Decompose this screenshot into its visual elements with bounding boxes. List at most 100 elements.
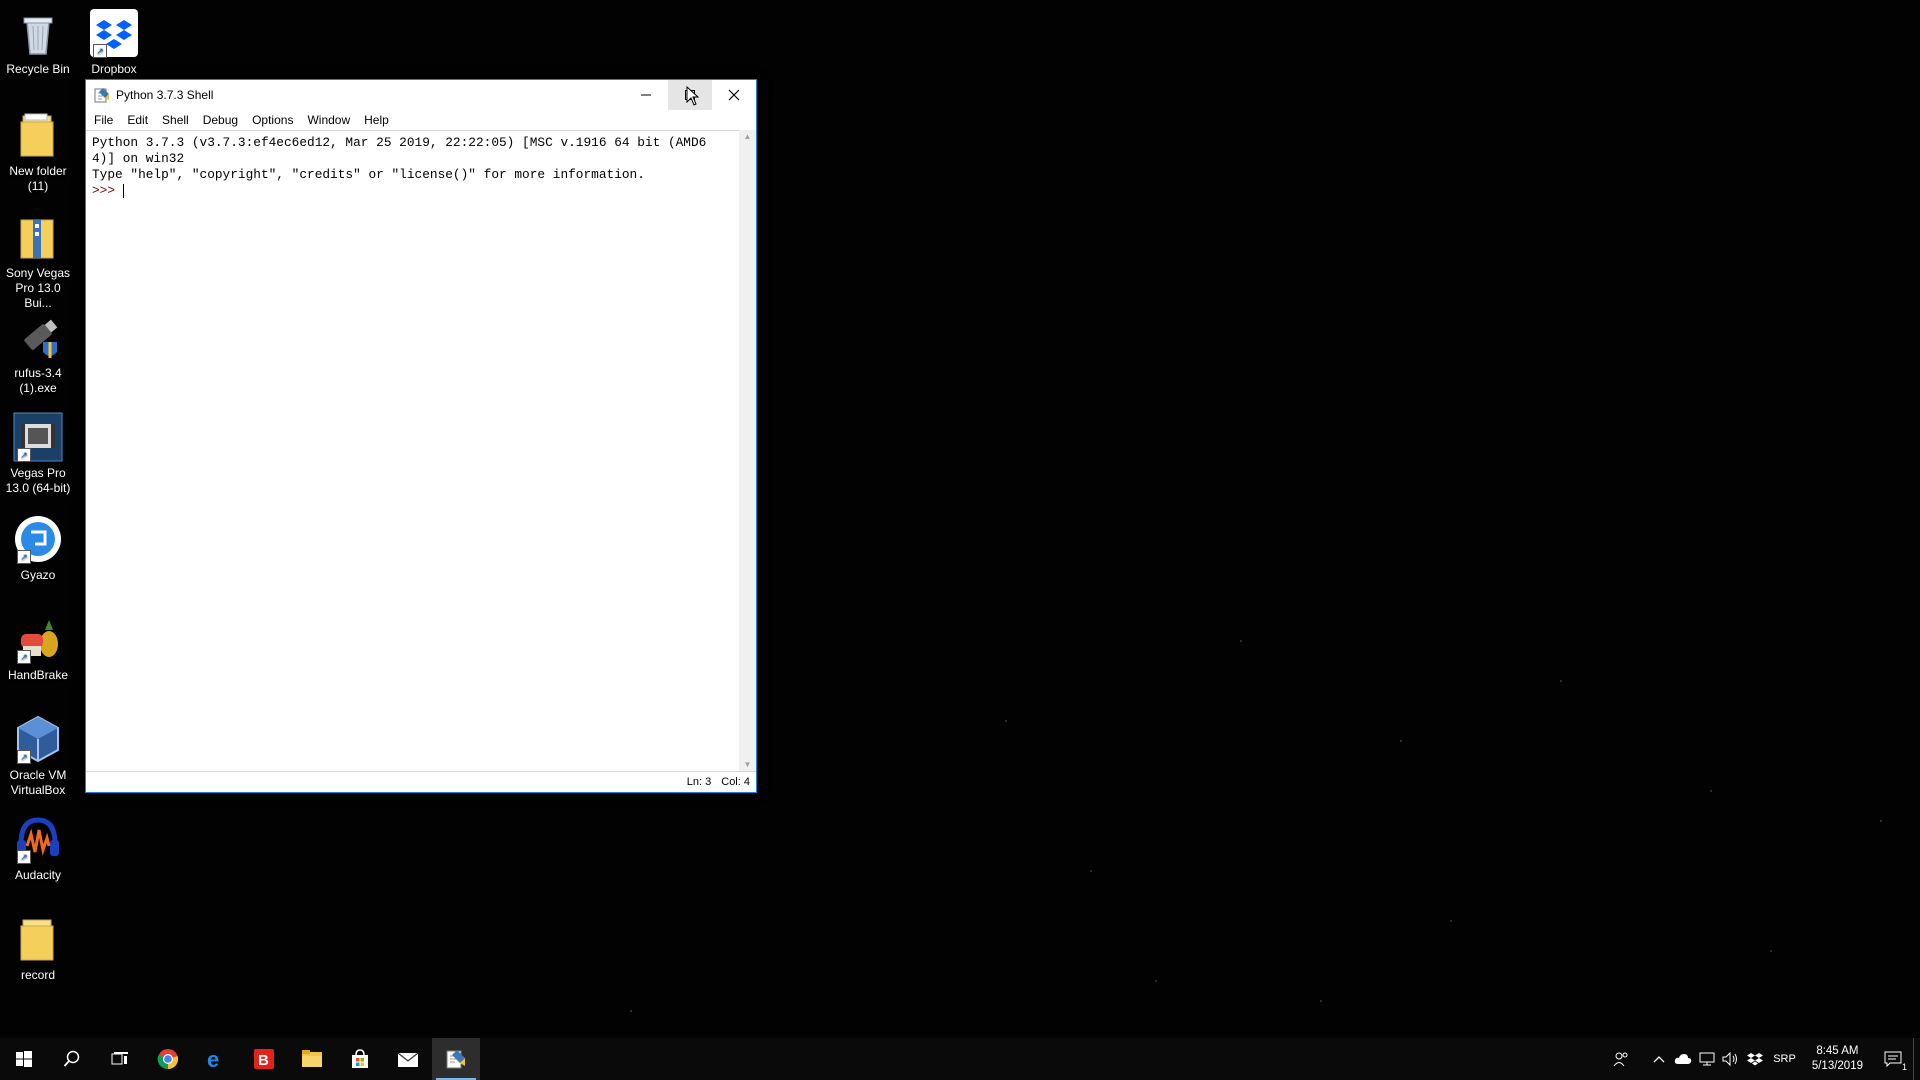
recycle-bin-icon [13,8,63,58]
search-button[interactable] [48,1038,96,1080]
desktop-icon-audacity[interactable]: ↗ Audacity [0,814,76,883]
desktop-icon-gyazo[interactable]: ↗ Gyazo [0,514,76,583]
vertical-scrollbar[interactable]: ▲ ▼ [739,130,756,772]
onedrive-button[interactable] [1671,1038,1695,1080]
scroll-down-arrow-icon[interactable]: ▼ [739,758,756,772]
scroll-up-arrow-icon[interactable]: ▲ [739,130,756,144]
title-bar[interactable]: Python 3.7.3 Shell [86,80,756,110]
virtualbox-icon: ↗ [13,714,63,764]
desktop-icon-label: HandBrake [7,668,69,682]
window-title: Python 3.7.3 Shell [116,88,214,102]
text-caret [122,183,124,198]
shortcut-arrow-icon: ↗ [17,550,31,564]
taskbar: e B SRP 8:45 AM 5/13/2019 1 [0,1038,1920,1080]
shell-banner-line: 4)] on win32 [92,151,185,166]
chrome-icon [157,1049,179,1070]
desktop-icon-label: New folder (11) [9,164,67,193]
speaker-icon [1722,1052,1738,1066]
svg-text:e: e [207,1048,219,1070]
menu-options[interactable]: Options [252,112,293,128]
taskbar-idle[interactable] [432,1038,480,1080]
desktop-icon-label: rufus-3.4 (1).exe [14,366,62,395]
desktop-icon-handbrake[interactable]: ↗ HandBrake [0,614,76,683]
start-button[interactable] [0,1038,48,1080]
desktop-icon-label: Recycle Bin [6,62,70,76]
network-button[interactable] [1695,1038,1719,1080]
desktop-icon-label: Vegas Pro 13.0 (64-bit) [5,466,71,495]
status-line: Ln: 3 [686,776,712,788]
idle-icon [446,1050,465,1069]
menu-help[interactable]: Help [364,112,389,128]
system-tray: SRP 8:45 AM 5/13/2019 1 [1609,1038,1920,1080]
desktop-icon-label: record [20,968,55,982]
input-language[interactable]: SRP [1767,1053,1802,1065]
shortcut-arrow-icon: ↗ [17,650,31,664]
task-view-button[interactable] [96,1038,144,1080]
show-hidden-icons-button[interactable] [1647,1038,1671,1080]
mouse-cursor-icon [686,86,700,106]
shortcut-arrow-icon: ↗ [17,448,31,462]
desktop-icon-virtualbox[interactable]: ↗ Oracle VM VirtualBox [0,714,76,798]
edge-icon: e [207,1048,219,1070]
desktop-icon-recycle-bin[interactable]: Recycle Bin [0,8,76,77]
task-view-icon [111,1052,128,1065]
taskbar-store[interactable] [336,1038,384,1080]
store-icon [352,1049,368,1068]
menu-debug[interactable]: Debug [203,112,238,128]
menu-window[interactable]: Window [307,112,350,128]
shell-prompt: >>> [92,183,123,198]
dropbox-icon [1747,1053,1764,1066]
bitdefender-icon: B [254,1049,274,1069]
menu-file[interactable]: File [94,112,113,128]
menu-edit[interactable]: Edit [127,112,148,128]
idle-app-icon [94,88,109,103]
taskbar-bitdefender[interactable]: B [240,1038,288,1080]
cloud-icon [1675,1054,1692,1064]
clock-date: 5/13/2019 [1811,1060,1863,1072]
windows-start-icon [16,1051,32,1067]
shell-banner-line: Type "help", "copyright", "credits" or "… [92,167,645,182]
volume-button[interactable] [1719,1038,1743,1080]
desktop: Recycle Bin ↗ Dropbox New folder (11) So… [0,0,1920,1038]
clock-time: 8:45 AM [1816,1045,1859,1057]
people-icon [1613,1052,1628,1067]
folder-icon [13,110,63,160]
people-button[interactable] [1609,1038,1633,1080]
chevron-up-icon [1653,1056,1665,1063]
usb-drive-icon [13,312,63,362]
search-icon [63,1050,80,1067]
desktop-icon-label: Audacity [14,868,62,882]
menu-bar: File Edit Shell Debug Options Window Hel… [86,110,756,130]
shortcut-arrow-icon: ↗ [93,44,107,58]
desktop-icon-vegas-pro[interactable]: ↗ Vegas Pro 13.0 (64-bit) [0,412,76,496]
handbrake-icon: ↗ [13,614,63,664]
dropbox-tray-button[interactable] [1743,1038,1767,1080]
minimize-button[interactable] [624,80,668,110]
close-button[interactable] [712,80,756,110]
desktop-icon-rufus[interactable]: rufus-3.4 (1).exe [0,312,76,396]
action-center-button[interactable]: 1 [1873,1038,1913,1080]
desktop-icon-record[interactable]: record [0,914,76,983]
taskbar-file-explorer[interactable] [288,1038,336,1080]
close-icon [728,89,740,101]
desktop-icon-new-folder[interactable]: New folder (11) [0,110,76,194]
audacity-icon: ↗ [13,814,63,864]
file-explorer-icon [302,1050,322,1067]
clock[interactable]: 8:45 AM 5/13/2019 [1802,1044,1873,1074]
notification-count-badge: 1 [1901,1062,1907,1072]
gyazo-icon: ↗ [13,514,63,564]
mail-icon [397,1052,419,1067]
folder-icon [13,914,63,964]
status-column: Col: 4 [721,776,750,788]
status-bar: Ln: 3 Col: 4 [86,771,756,792]
taskbar-chrome[interactable] [144,1038,192,1080]
menu-shell[interactable]: Shell [162,112,189,128]
desktop-icon-dropbox[interactable]: ↗ Dropbox [76,8,152,77]
shell-text-area[interactable]: Python 3.7.3 (v3.7.3:ef4ec6ed12, Mar 25 … [86,130,739,772]
taskbar-edge[interactable]: e [192,1038,240,1080]
taskbar-mail[interactable] [384,1038,432,1080]
shortcut-arrow-icon: ↗ [17,850,31,864]
network-icon [1699,1052,1715,1066]
desktop-icon-sony-vegas[interactable]: Sony Vegas Pro 13.0 Bui... [0,212,76,311]
film-icon: ↗ [13,412,63,462]
